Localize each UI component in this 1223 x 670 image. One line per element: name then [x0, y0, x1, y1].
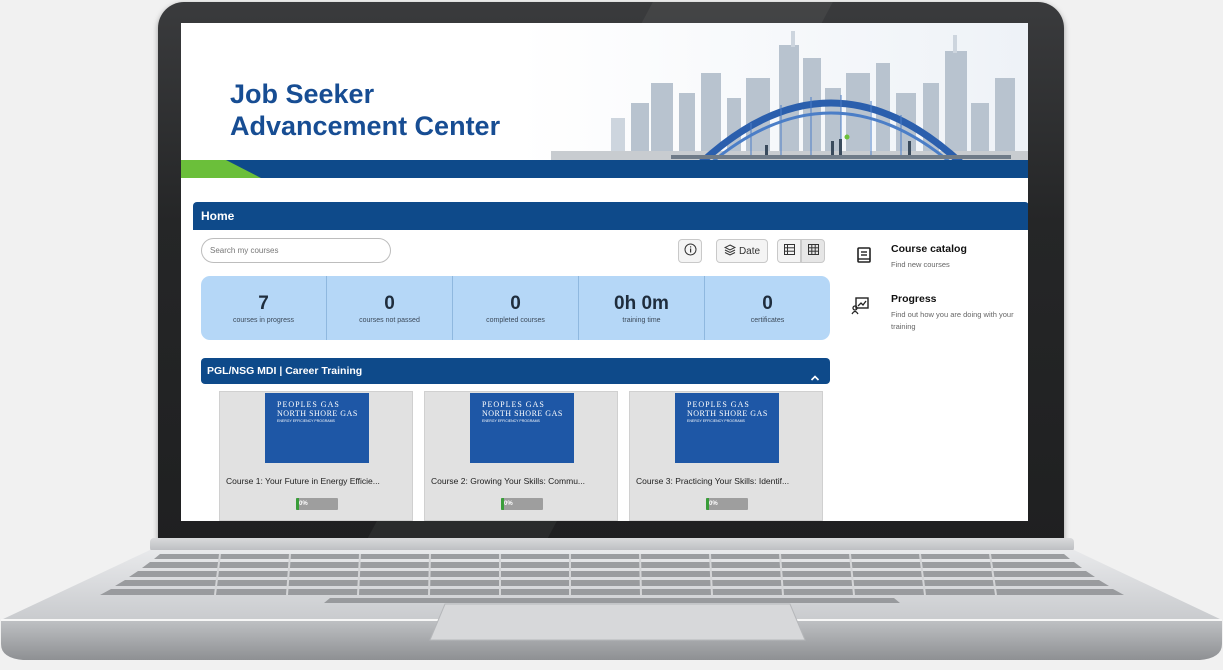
- app-screen: Job Seeker Advancement Center Home Searc…: [181, 23, 1028, 521]
- stat-courses-in-progress: 7 courses in progress: [201, 276, 327, 340]
- stat-value: 0h 0m: [614, 292, 669, 314]
- stat-label: courses in progress: [232, 316, 295, 324]
- course-card[interactable]: PEOPLES GAS NORTH SHORE GAS ENERGY EFFIC…: [424, 391, 618, 521]
- stat-courses-not-passed: 0 courses not passed: [327, 276, 453, 340]
- logo-line-2: NORTH SHORE GAS: [277, 409, 358, 418]
- grid-view-icon: [807, 244, 819, 258]
- stat-certificates: 0 certificates: [705, 276, 830, 340]
- course-card[interactable]: PEOPLES GAS NORTH SHORE GAS ENERGY EFFIC…: [629, 391, 823, 521]
- list-view-button[interactable]: [777, 239, 801, 263]
- stat-value: 0: [762, 292, 773, 314]
- course-thumbnail: PEOPLES GAS NORTH SHORE GAS ENERGY EFFIC…: [470, 393, 574, 463]
- search-input[interactable]: Search my courses: [201, 238, 391, 263]
- stat-training-time: 0h 0m training time: [579, 276, 705, 340]
- banner-stripe: [181, 160, 1028, 178]
- sort-label: Date: [738, 245, 761, 257]
- logo-line-1: PEOPLES GAS: [482, 400, 545, 409]
- stat-value: 0: [510, 292, 521, 314]
- stat-value: 7: [258, 292, 269, 314]
- course-group-header[interactable]: PGL/NSG MDI | Career Training: [201, 358, 830, 384]
- course-title: Course 2: Growing Your Skills: Commu...: [431, 476, 586, 486]
- stat-label: training time: [622, 316, 661, 324]
- progress-subtitle: Find out how you are doing with your tra…: [891, 310, 1014, 331]
- course-catalog-title: Course catalog: [891, 243, 967, 255]
- course-progress-bar: 0%: [706, 498, 748, 510]
- stat-label: courses not passed: [359, 316, 420, 324]
- logo-line-1: PEOPLES GAS: [687, 400, 750, 409]
- site-title-line-2: Advancement Center: [230, 111, 501, 141]
- stats-panel: 7 courses in progress 0 courses not pass…: [201, 276, 830, 340]
- book-icon: [857, 247, 871, 268]
- progress-label: 0%: [299, 501, 308, 507]
- keyboard-illustration: [1, 550, 1222, 660]
- progress-label: 0%: [504, 501, 513, 507]
- stat-label: certificates: [750, 316, 785, 324]
- stat-completed-courses: 0 completed courses: [453, 276, 579, 340]
- sort-by-date-button[interactable]: Date: [716, 239, 768, 263]
- course-progress-bar: 0%: [501, 498, 543, 510]
- logo-line-2: NORTH SHORE GAS: [482, 409, 563, 418]
- course-group-title: PGL/NSG MDI | Career Training: [207, 365, 363, 377]
- logo-line-3: ENERGY EFFICIENCY PROGRAMS: [277, 419, 335, 423]
- logo-line-2: NORTH SHORE GAS: [687, 409, 768, 418]
- progress-label: 0%: [709, 501, 718, 507]
- logo-line-3: ENERGY EFFICIENCY PROGRAMS: [687, 419, 745, 423]
- home-bar: Home: [193, 202, 1028, 230]
- stat-value: 0: [384, 292, 395, 314]
- course-catalog-subtitle: Find new courses: [891, 260, 950, 269]
- info-icon: [684, 243, 697, 259]
- chevron-up-icon[interactable]: [810, 366, 820, 392]
- home-link[interactable]: Home: [201, 209, 234, 223]
- site-title: Job Seeker Advancement Center: [230, 78, 500, 142]
- header-banner: Job Seeker Advancement Center: [181, 23, 1028, 178]
- laptop-keyboard-deck: [0, 548, 1223, 668]
- logo-line-1: PEOPLES GAS: [277, 400, 340, 409]
- city-skyline-illustration: [551, 31, 1028, 166]
- list-view-icon: [783, 244, 795, 258]
- course-title: Course 1: Your Future in Energy Efficie.…: [226, 476, 380, 486]
- logo-line-3: ENERGY EFFICIENCY PROGRAMS: [482, 419, 540, 423]
- course-thumbnail: PEOPLES GAS NORTH SHORE GAS ENERGY EFFIC…: [265, 393, 369, 463]
- grid-view-button[interactable]: [801, 239, 825, 263]
- course-title: Course 3: Practicing Your Skills: Identi…: [636, 476, 790, 486]
- course-thumbnail: PEOPLES GAS NORTH SHORE GAS ENERGY EFFIC…: [675, 393, 779, 463]
- search-placeholder: Search my courses: [210, 246, 279, 255]
- course-catalog-link[interactable]: Course catalog Find new courses: [857, 243, 1016, 271]
- progress-title: Progress: [891, 293, 937, 305]
- course-card[interactable]: PEOPLES GAS NORTH SHORE GAS ENERGY EFFIC…: [219, 391, 413, 521]
- stat-label: completed courses: [486, 316, 545, 324]
- layers-icon: [723, 243, 737, 259]
- course-progress-bar: 0%: [296, 498, 338, 510]
- site-title-line-1: Job Seeker: [230, 79, 375, 109]
- progress-chart-icon: [851, 297, 869, 320]
- progress-link[interactable]: Progress Find out how you are doing with…: [851, 293, 1016, 333]
- info-button[interactable]: [678, 239, 702, 263]
